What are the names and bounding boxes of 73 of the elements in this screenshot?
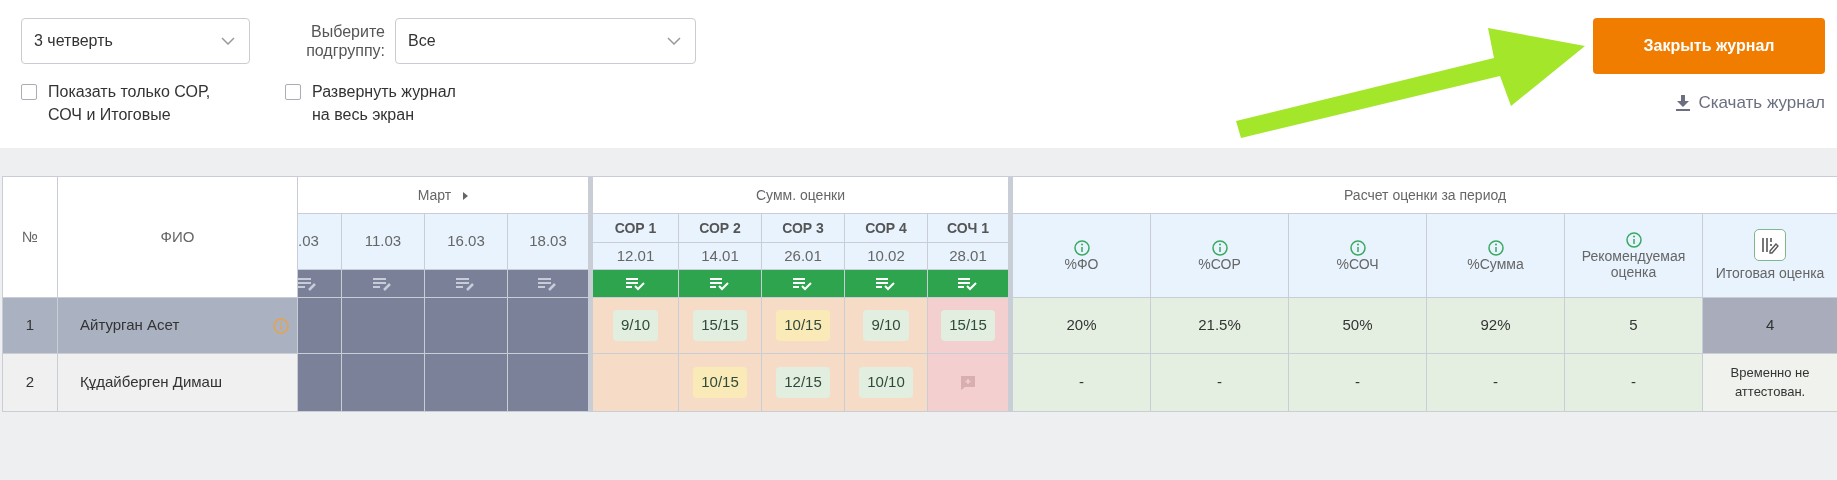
quarter-select[interactable]: 3 четверть (21, 18, 250, 64)
student-name[interactable]: Айтурган Асет (80, 314, 180, 337)
column-header: ФИО (57, 176, 298, 298)
info-icon[interactable] (1487, 240, 1504, 257)
cell-value: - (1493, 373, 1499, 391)
date-label[interactable]: 18.03 (529, 232, 567, 250)
grade-badge[interactable]: 12/15 (776, 367, 830, 398)
cell-value: 92% (1480, 316, 1511, 334)
date-label: 26.01 (784, 246, 822, 264)
info-icon[interactable] (1211, 240, 1228, 257)
edit-columns-icon (1761, 236, 1780, 255)
date-label[interactable]: .03 (298, 232, 319, 250)
column-header: %СОЧ (1336, 256, 1379, 273)
list-check-icon[interactable] (876, 277, 896, 292)
column-header: %СОР (1198, 256, 1241, 273)
grade-badge[interactable]: 10/10 (859, 367, 913, 398)
subgroup-label: Выберите подгруппу: (305, 21, 385, 61)
download-icon (1676, 94, 1691, 111)
date-label: 10.02 (867, 246, 905, 264)
cell-value: - (1079, 373, 1085, 391)
select-value: 3 четверть (34, 31, 113, 51)
column-header: %Сумма (1467, 256, 1524, 273)
checkbox-label: Показать только СОР, СОЧ и Итоговые (48, 82, 212, 126)
date-label: 14.01 (701, 246, 739, 264)
cell-value: 50% (1342, 316, 1373, 334)
info-icon[interactable] (1349, 240, 1366, 257)
column-header: Рекомендуемая оценка (1580, 248, 1687, 281)
cell-value: - (1217, 373, 1223, 391)
list-check-icon[interactable] (793, 277, 813, 292)
column-header: %ФО (1064, 256, 1099, 273)
checkbox[interactable] (21, 84, 37, 100)
list-check-icon[interactable] (958, 277, 978, 292)
row-number: 1 (2, 297, 58, 354)
month-label[interactable]: Март (417, 186, 452, 203)
cell-value: 5 (1629, 316, 1638, 334)
chevron-down-icon (667, 37, 681, 45)
info-icon[interactable] (1625, 232, 1642, 249)
grade-badge[interactable]: 10/15 (693, 367, 747, 398)
grade-badge[interactable]: 15/15 (693, 310, 747, 341)
date-label[interactable]: 16.03 (447, 232, 485, 250)
list-edit-icon[interactable] (298, 277, 318, 292)
info-icon[interactable] (1073, 240, 1090, 257)
select-value: Все (408, 31, 436, 51)
date-label: 28.01 (949, 246, 987, 264)
grade-badge[interactable]: 9/10 (863, 310, 909, 341)
checkbox-label: Развернуть журнал на весь экран (312, 82, 457, 126)
caret-right-icon[interactable] (463, 191, 469, 200)
list-edit-icon[interactable] (373, 277, 393, 292)
column-header: Итоговая оценка (1715, 265, 1825, 282)
list-check-icon[interactable] (710, 277, 730, 292)
list-edit-icon[interactable] (456, 277, 476, 292)
edit-grade-button[interactable] (1754, 229, 1787, 262)
list-check-icon[interactable] (625, 277, 646, 292)
list-edit-icon[interactable] (538, 277, 558, 292)
grade-badge[interactable]: 10/15 (776, 310, 830, 341)
download-link[interactable]: Скачать журнал (1676, 90, 1825, 116)
checkbox[interactable] (285, 84, 301, 100)
date-label[interactable]: 11.03 (364, 232, 402, 250)
row-number: 2 (2, 353, 58, 412)
subgroup-select[interactable]: Все (395, 18, 696, 64)
column-header: № (2, 176, 58, 298)
chevron-down-icon (221, 37, 235, 45)
download-label: Скачать журнал (1698, 92, 1825, 114)
cell-value: - (1631, 373, 1637, 391)
cell-value: 21.5% (1198, 316, 1241, 334)
cell-value: - (1355, 373, 1361, 391)
grade-badge[interactable]: 9/10 (612, 310, 659, 341)
group-header: Сумм. оценки (755, 186, 846, 203)
cell-value: 20% (1066, 316, 1097, 334)
date-label: 12.01 (616, 246, 655, 264)
group-header: Расчет оценки за период (1344, 186, 1507, 203)
add-comment-icon[interactable] (960, 375, 976, 392)
grade-badge[interactable]: 15/15 (941, 310, 995, 341)
